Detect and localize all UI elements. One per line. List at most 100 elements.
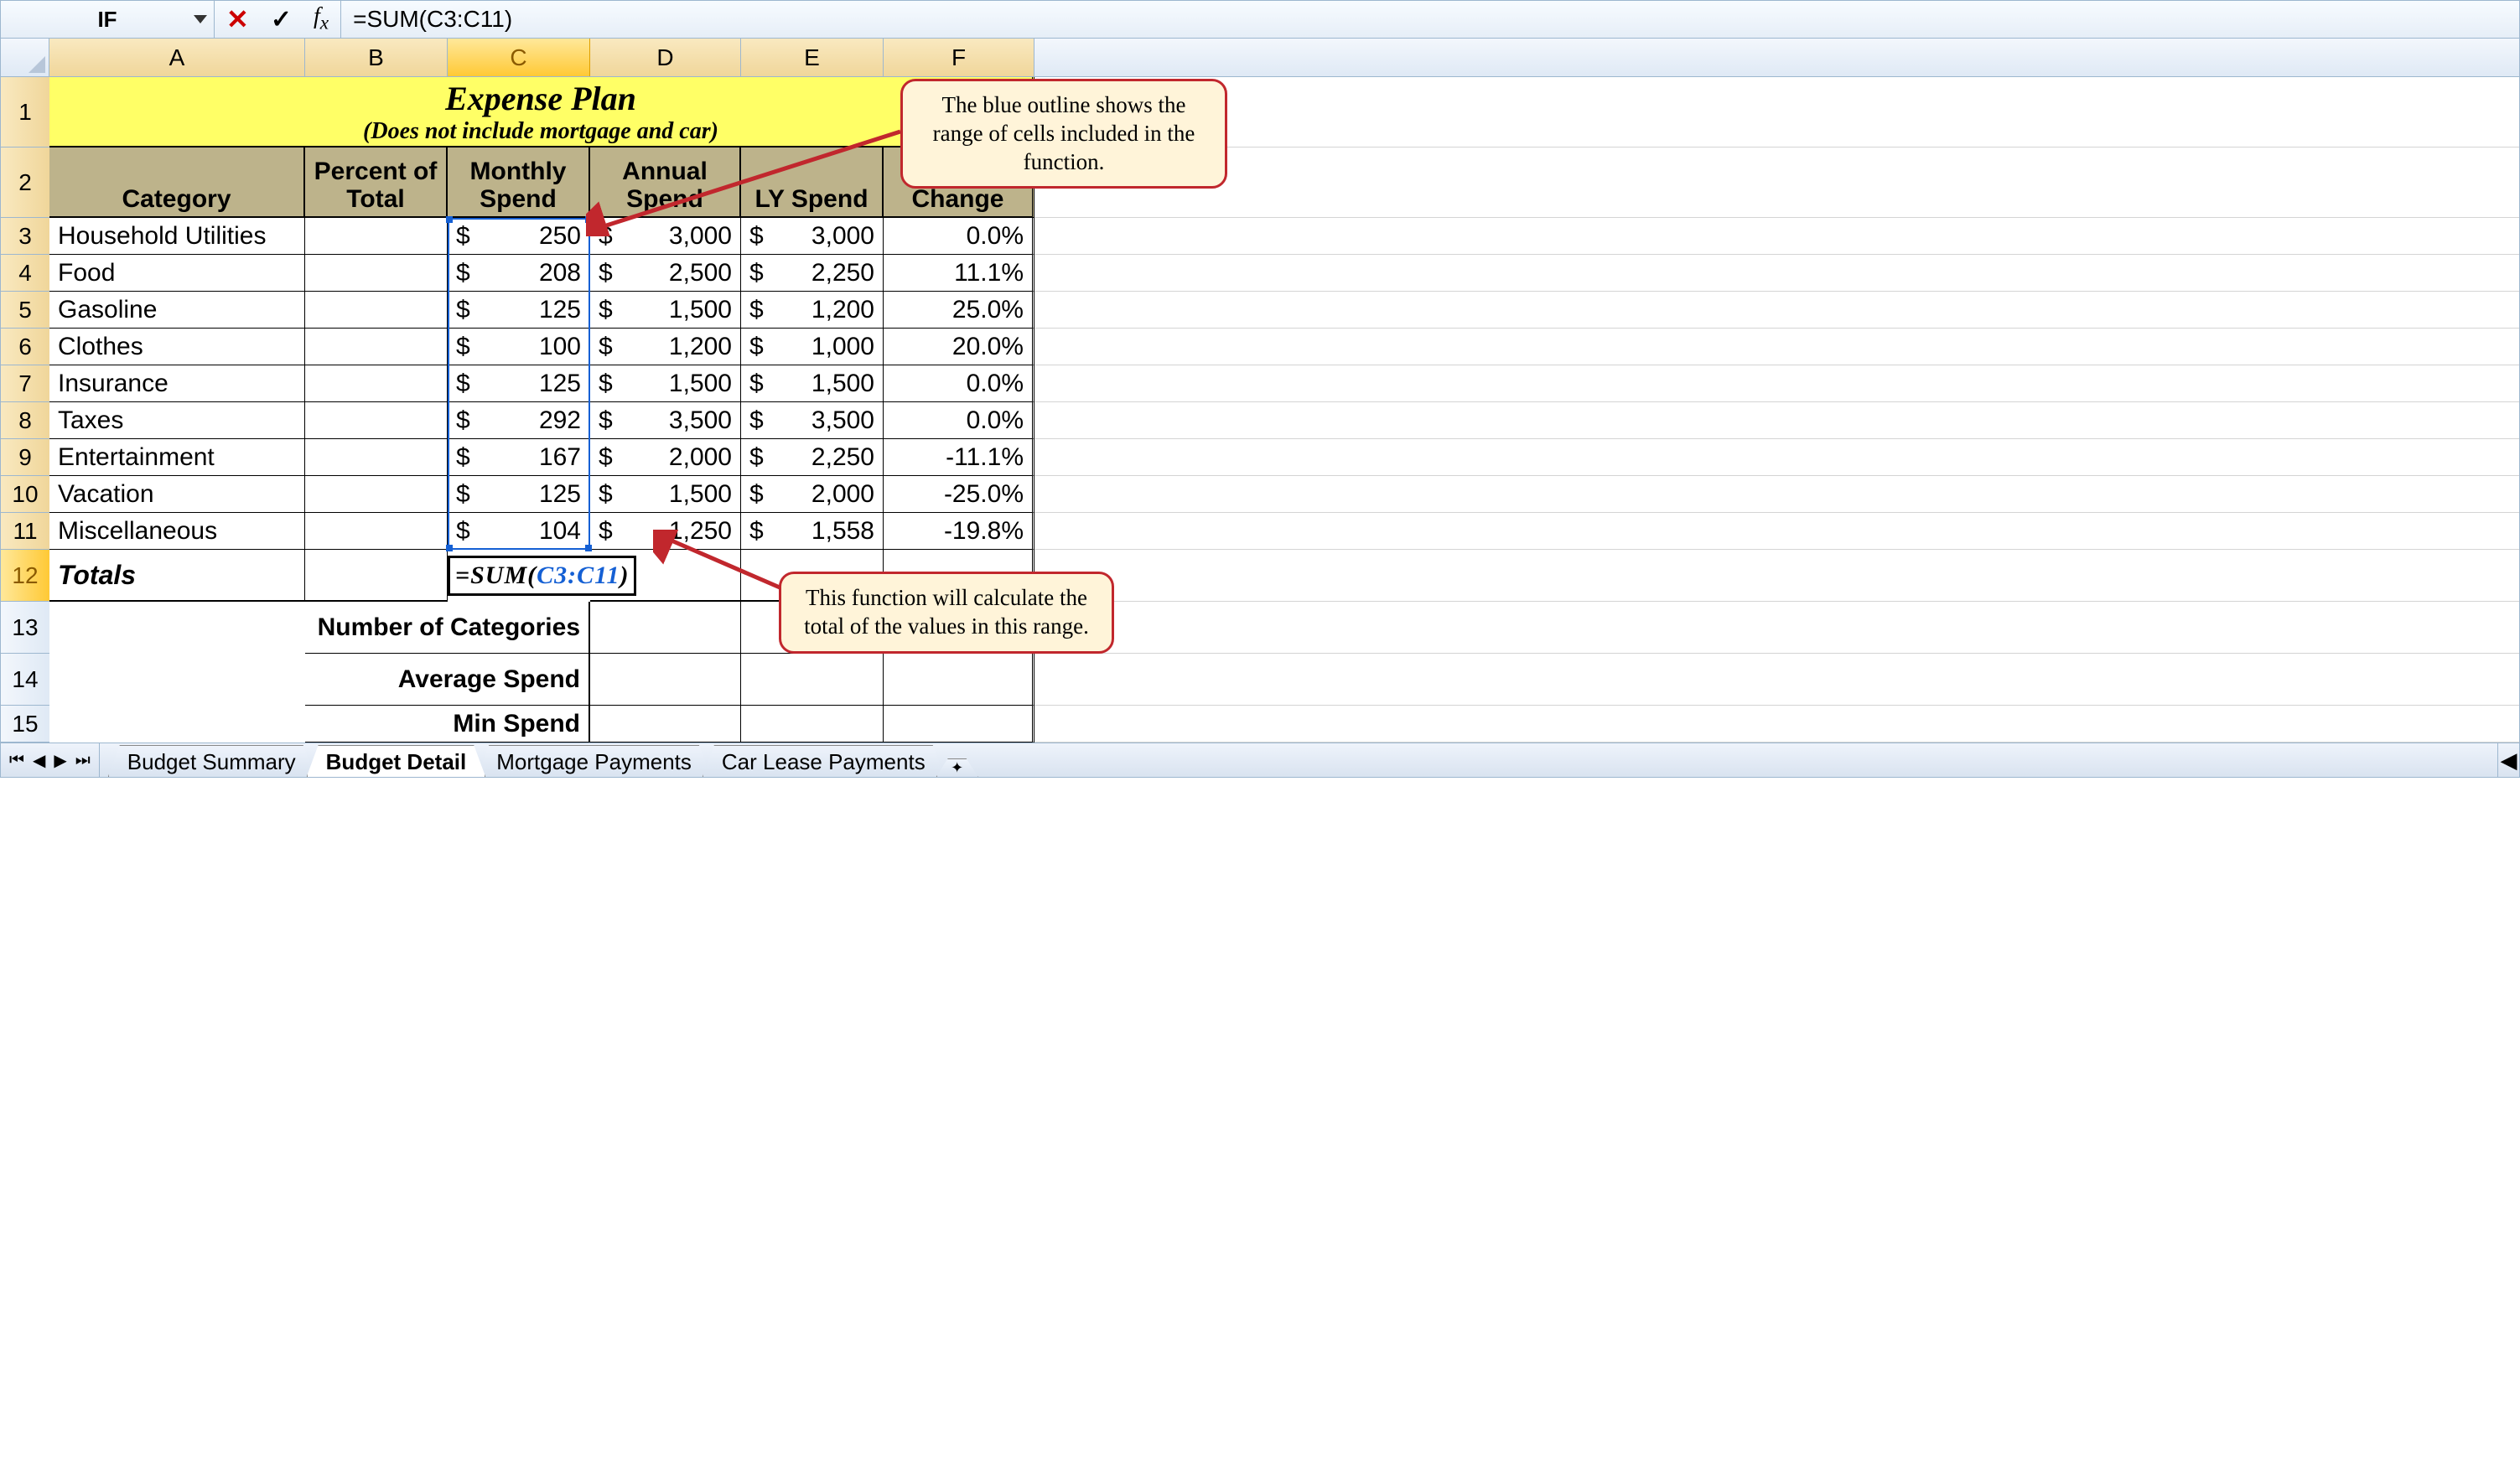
tab-first-icon[interactable]: ⏮ [9, 751, 24, 770]
cell-B9[interactable] [305, 439, 448, 476]
cell-E4[interactable]: $2,250 [741, 255, 884, 292]
cell-E15[interactable] [741, 706, 884, 743]
cell-F9[interactable]: -11.1% [884, 439, 1034, 476]
col-header-next[interactable] [1034, 39, 2519, 76]
title-cell[interactable]: Expense Plan (Does not include mortgage … [49, 77, 1034, 147]
row-header-7[interactable]: 7 [1, 365, 49, 402]
cell-C4[interactable]: $208 [448, 255, 590, 292]
row-header-14[interactable]: 14 [1, 654, 49, 706]
cell-F11[interactable]: -19.8% [884, 513, 1034, 550]
cell-G4[interactable] [1034, 255, 2519, 292]
cell-D3[interactable]: $3,000 [590, 218, 741, 255]
row-header-3[interactable]: 3 [1, 218, 49, 255]
col-header-B[interactable]: B [305, 39, 448, 76]
cell-D13[interactable] [590, 602, 741, 654]
header-monthly-spend[interactable]: MonthlySpend [448, 147, 590, 218]
cell-D7[interactable]: $1,500 [590, 365, 741, 402]
row-header-15[interactable]: 15 [1, 706, 49, 743]
name-box[interactable]: IF [1, 1, 215, 38]
cell-D5[interactable]: $1,500 [590, 292, 741, 329]
cell-C8[interactable]: $292 [448, 402, 590, 439]
cell-D14[interactable] [590, 654, 741, 706]
cell-F14[interactable] [884, 654, 1034, 706]
cell-A11[interactable]: Miscellaneous [49, 513, 305, 550]
cell-F7[interactable]: 0.0% [884, 365, 1034, 402]
cell-B10[interactable] [305, 476, 448, 513]
cell-G2[interactable] [1034, 147, 2519, 218]
cell-F10[interactable]: -25.0% [884, 476, 1034, 513]
cell-A14[interactable] [49, 654, 305, 706]
cell-A5[interactable]: Gasoline [49, 292, 305, 329]
sheet-tab-3[interactable]: Car Lease Payments [703, 745, 945, 777]
row-header-4[interactable]: 4 [1, 255, 49, 292]
cell-C9[interactable]: $167 [448, 439, 590, 476]
cell-G1[interactable] [1034, 77, 2519, 147]
tab-next-icon[interactable]: ▶ [54, 750, 66, 771]
col-header-D[interactable]: D [590, 39, 741, 76]
cell-G11[interactable] [1034, 513, 2519, 550]
cell-B11[interactable] [305, 513, 448, 550]
cell-D8[interactable]: $3,500 [590, 402, 741, 439]
cell-G15[interactable] [1034, 706, 2519, 743]
cell-B4[interactable] [305, 255, 448, 292]
cell-E10[interactable]: $2,000 [741, 476, 884, 513]
cell-E7[interactable]: $1,500 [741, 365, 884, 402]
cell-E8[interactable]: $3,500 [741, 402, 884, 439]
cell-G3[interactable] [1034, 218, 2519, 255]
sheet-tab-2[interactable]: Mortgage Payments [477, 745, 711, 777]
cell-C3[interactable]: $250 [448, 218, 590, 255]
cell-A9[interactable]: Entertainment [49, 439, 305, 476]
header-annual-spend[interactable]: AnnualSpend [590, 147, 741, 218]
cell-G6[interactable] [1034, 329, 2519, 365]
cell-G5[interactable] [1034, 292, 2519, 329]
cell-A6[interactable]: Clothes [49, 329, 305, 365]
cell-E11[interactable]: $1,558 [741, 513, 884, 550]
row-header-9[interactable]: 9 [1, 439, 49, 476]
cell-E14[interactable] [741, 654, 884, 706]
cell-C7[interactable]: $125 [448, 365, 590, 402]
row-header-11[interactable]: 11 [1, 513, 49, 550]
select-all-corner[interactable] [1, 39, 49, 76]
cell-G9[interactable] [1034, 439, 2519, 476]
cell-A15[interactable] [49, 706, 305, 743]
new-sheet-tab[interactable]: ✦ [936, 758, 978, 777]
col-header-F[interactable]: F [884, 39, 1034, 76]
name-box-dropdown-icon[interactable] [194, 15, 207, 23]
cell-B7[interactable] [305, 365, 448, 402]
formula-input[interactable]: =SUM(C3:C11) [341, 1, 2519, 38]
cell-A3[interactable]: Household Utilities [49, 218, 305, 255]
totals-label[interactable]: Totals [49, 550, 305, 602]
row-header-1[interactable]: 1 [1, 77, 49, 147]
label-num-categories[interactable]: Number of Categories [305, 602, 590, 654]
cell-C12[interactable]: =SUM(C3:C11) [448, 550, 590, 602]
cell-E3[interactable]: $3,000 [741, 218, 884, 255]
enter-icon[interactable]: ✓ [271, 5, 292, 34]
col-header-A[interactable]: A [49, 39, 305, 76]
header-ly-spend[interactable]: LY Spend [741, 147, 884, 218]
tab-prev-icon[interactable]: ◀ [33, 750, 45, 771]
cell-A13[interactable] [49, 602, 305, 654]
hscroll-left-icon[interactable]: ◀ [2497, 743, 2519, 777]
tab-last-icon[interactable]: ⏭ [75, 751, 91, 770]
cell-F6[interactable]: 20.0% [884, 329, 1034, 365]
cell-F5[interactable]: 25.0% [884, 292, 1034, 329]
cell-E5[interactable]: $1,200 [741, 292, 884, 329]
cell-G7[interactable] [1034, 365, 2519, 402]
cell-C6[interactable]: $100 [448, 329, 590, 365]
cancel-icon[interactable]: ✕ [226, 3, 249, 35]
row-header-2[interactable]: 2 [1, 147, 49, 218]
row-header-5[interactable]: 5 [1, 292, 49, 329]
cell-B8[interactable] [305, 402, 448, 439]
label-avg-spend[interactable]: Average Spend [305, 654, 590, 706]
cell-D6[interactable]: $1,200 [590, 329, 741, 365]
header-category[interactable]: Category [49, 147, 305, 218]
cell-G10[interactable] [1034, 476, 2519, 513]
sheet-tab-0[interactable]: Budget Summary [108, 745, 315, 777]
cell-D15[interactable] [590, 706, 741, 743]
cell-D9[interactable]: $2,000 [590, 439, 741, 476]
cell-F3[interactable]: 0.0% [884, 218, 1034, 255]
cell-B12[interactable] [305, 550, 448, 602]
row-header-8[interactable]: 8 [1, 402, 49, 439]
cell-E6[interactable]: $1,000 [741, 329, 884, 365]
cell-G12[interactable] [1034, 550, 2519, 602]
